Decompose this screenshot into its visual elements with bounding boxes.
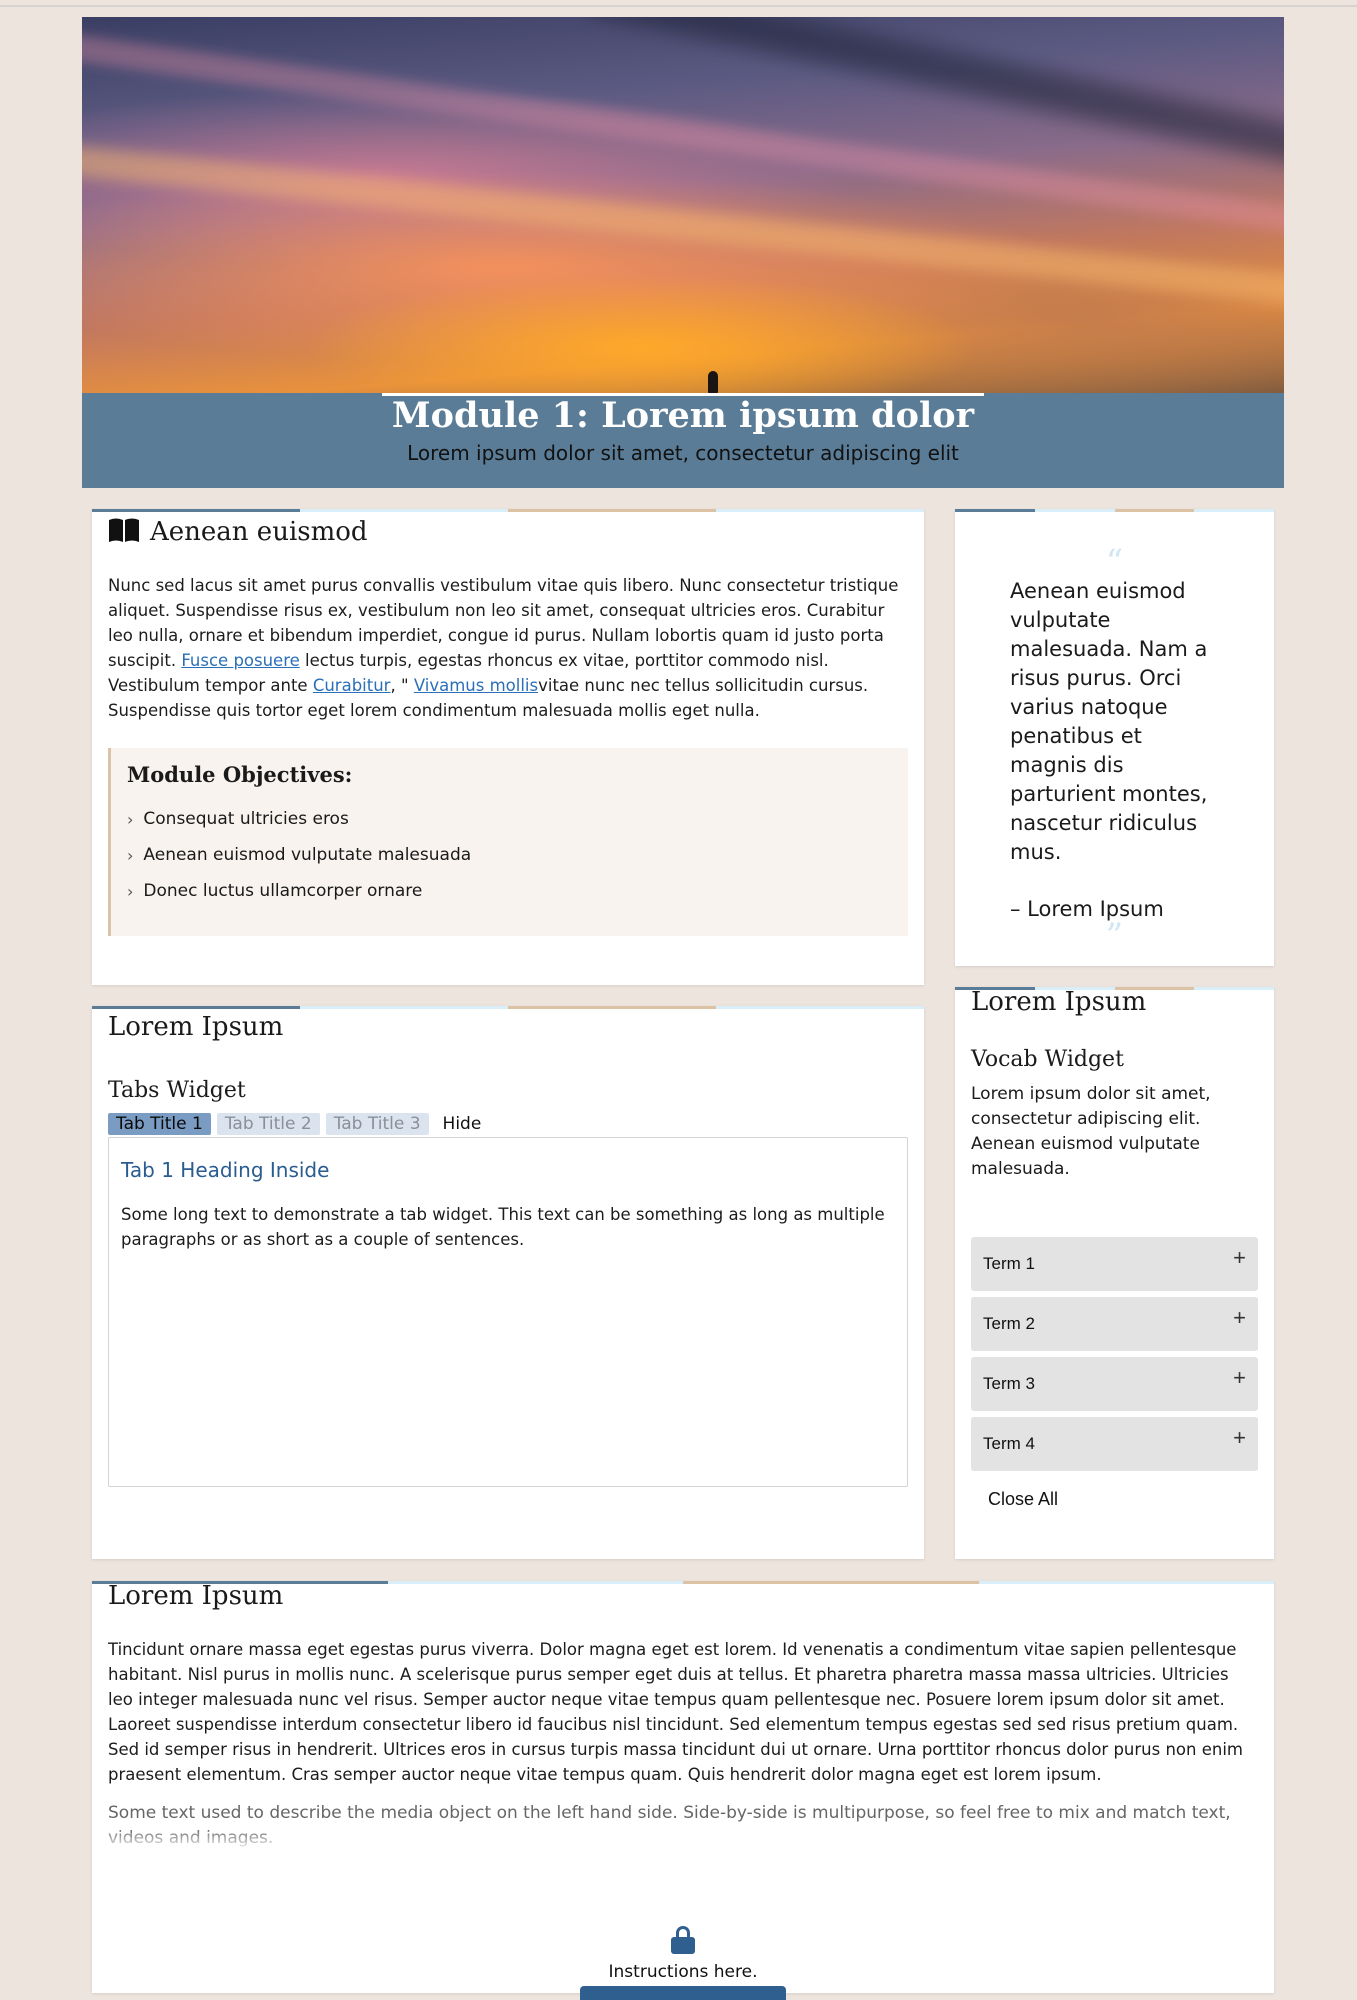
card-accent-border [955, 509, 1274, 512]
tab-panel-heading: Tab 1 Heading Inside [121, 1158, 330, 1182]
vocab-card: Lorem Ipsum Vocab Widget Lorem ipsum dol… [955, 987, 1274, 1559]
plus-icon: + [1233, 1365, 1246, 1390]
close-all-button[interactable]: Close All [988, 1489, 1258, 1510]
vocab-term-1[interactable]: Term 1 + [971, 1237, 1258, 1291]
page-subtitle: Lorem ipsum dolor sit amet, consectetur … [407, 441, 959, 465]
vocab-term-4[interactable]: Term 4 + [971, 1417, 1258, 1471]
plus-icon: + [1233, 1425, 1246, 1450]
plus-icon: + [1233, 1305, 1246, 1330]
close-quote-icon: ” [1105, 916, 1124, 956]
tabs-card: Lorem Ipsum Tabs Widget Tab Title 1 Tab … [92, 1006, 924, 1559]
silhouette-figure [708, 371, 718, 393]
tabs-widget-title: Tabs Widget [108, 1078, 246, 1103]
tab-title-2[interactable]: Tab Title 2 [216, 1113, 320, 1135]
card-accent-border [92, 509, 924, 512]
objective-item: › Donec luctus ullamcorper ornare [127, 881, 423, 901]
media-description: Some text used to describe the media obj… [108, 1803, 1231, 1848]
vocab-description: Lorem ipsum dolor sit amet, consectetur … [971, 1084, 1211, 1179]
chevron-right-icon: › [127, 881, 134, 901]
vocab-widget-title: Vocab Widget [971, 1047, 1124, 1072]
intro-paragraph: Nunc sed lacus sit amet purus convallis … [108, 576, 899, 720]
instructions-button[interactable] [580, 1986, 786, 2000]
top-divider [0, 5, 1357, 7]
locked-section: Instructions here. [92, 1926, 1274, 1982]
tab-panel-text: Some long text to demonstrate a tab widg… [121, 1205, 885, 1249]
objective-item: › Consequat ultricies eros [127, 809, 349, 829]
quote-text: Aenean euismod vulputate malesuada. Nam … [1010, 579, 1208, 864]
card-accent-border [92, 1006, 924, 1009]
tab-title-3[interactable]: Tab Title 3 [325, 1113, 429, 1135]
hide-tabs-button[interactable]: Hide [435, 1113, 490, 1135]
fusce-posuere-link[interactable]: Fusce posuere [181, 651, 299, 670]
chevron-right-icon: › [127, 809, 134, 829]
vocab-term-2[interactable]: Term 2 + [971, 1297, 1258, 1351]
vocab-term-list: Term 1 + Term 2 + Term 3 + Term 4 + [971, 1237, 1258, 1471]
intro-card: Aenean euismod Nunc sed lacus sit amet p… [92, 509, 924, 985]
tabs-card-heading: Lorem Ipsum [108, 1012, 284, 1042]
page-title: Module 1: Lorem ipsum dolor [391, 395, 975, 436]
tab-bar: Tab Title 1 Tab Title 2 Tab Title 3 Hide [108, 1113, 908, 1135]
vivamus-mollis-link[interactable]: Vivamus mollis [414, 676, 538, 695]
open-quote-icon: “ [1105, 542, 1124, 582]
card-accent-border [92, 1581, 1274, 1584]
instructions-text: Instructions here. [608, 1962, 758, 1982]
bottom-card-heading: Lorem Ipsum [108, 1581, 284, 1611]
banner-accent-line [382, 393, 984, 396]
chevron-right-icon: › [127, 845, 134, 865]
hero-image [82, 17, 1284, 393]
objective-item: › Aenean euismod vulputate malesuada [127, 845, 472, 865]
tab-title-1[interactable]: Tab Title 1 [108, 1113, 211, 1135]
intro-heading: Aenean euismod [150, 517, 368, 547]
tab-panel: Tab 1 Heading Inside Some long text to d… [108, 1137, 908, 1487]
plus-icon: + [1233, 1245, 1246, 1270]
vocab-card-heading: Lorem Ipsum [971, 987, 1147, 1017]
module-objectives-box: Module Objectives: › Consequat ultricies … [108, 748, 908, 936]
card-accent-border [955, 987, 1274, 990]
lock-icon [671, 1926, 695, 1954]
objectives-title: Module Objectives: [127, 762, 353, 787]
page-container: Module 1: Lorem ipsum dolor Lorem ipsum … [82, 17, 1284, 488]
book-open-icon [108, 517, 140, 547]
quote-card: “ Aenean euismod vulputate malesuada. Na… [955, 509, 1274, 966]
side-by-side-card: Lorem Ipsum Tincidunt ornare massa eget … [92, 1581, 1274, 2000]
vocab-term-3[interactable]: Term 3 + [971, 1357, 1258, 1411]
curabitur-link[interactable]: Curabitur [313, 676, 391, 695]
title-banner: Module 1: Lorem ipsum dolor Lorem ipsum … [82, 393, 1284, 488]
bottom-paragraph: Tincidunt ornare massa eget egestas puru… [108, 1640, 1243, 1784]
